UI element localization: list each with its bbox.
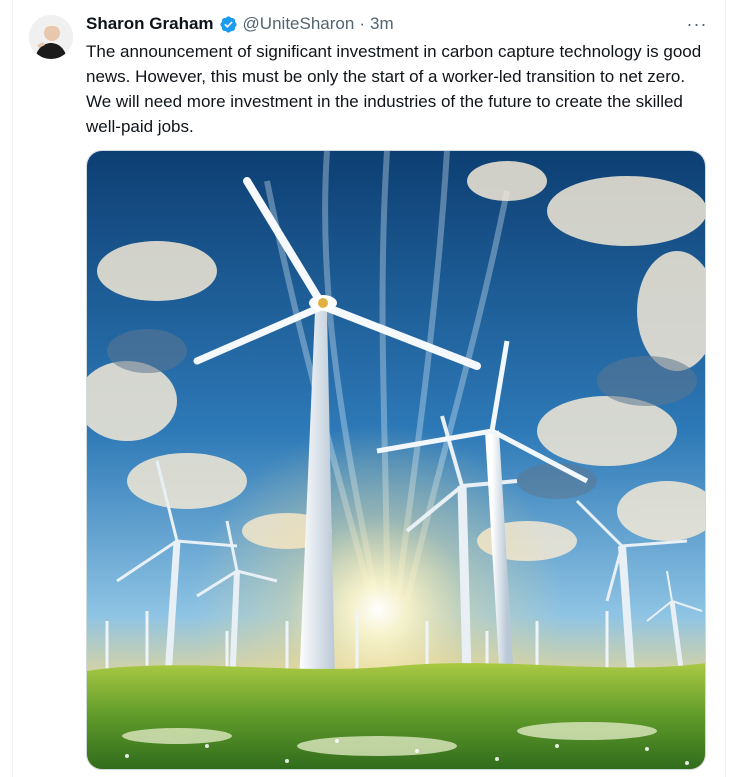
- more-options-icon[interactable]: ···: [684, 11, 710, 37]
- verified-badge-icon: [219, 15, 237, 33]
- author-name[interactable]: Sharon Graham: [86, 14, 214, 34]
- separator-dot: ·: [359, 14, 365, 33]
- tweet-text: The announcement of significant investme…: [86, 42, 702, 136]
- tweet-image[interactable]: [86, 150, 706, 770]
- tweet-timestamp[interactable]: 3m: [370, 14, 394, 34]
- wind-turbine-image: [87, 151, 705, 769]
- tweet-header: Sharon Graham @UniteSharon · 3m: [86, 13, 394, 35]
- avatar[interactable]: [29, 15, 73, 59]
- author-handle[interactable]: @UniteSharon: [243, 14, 355, 34]
